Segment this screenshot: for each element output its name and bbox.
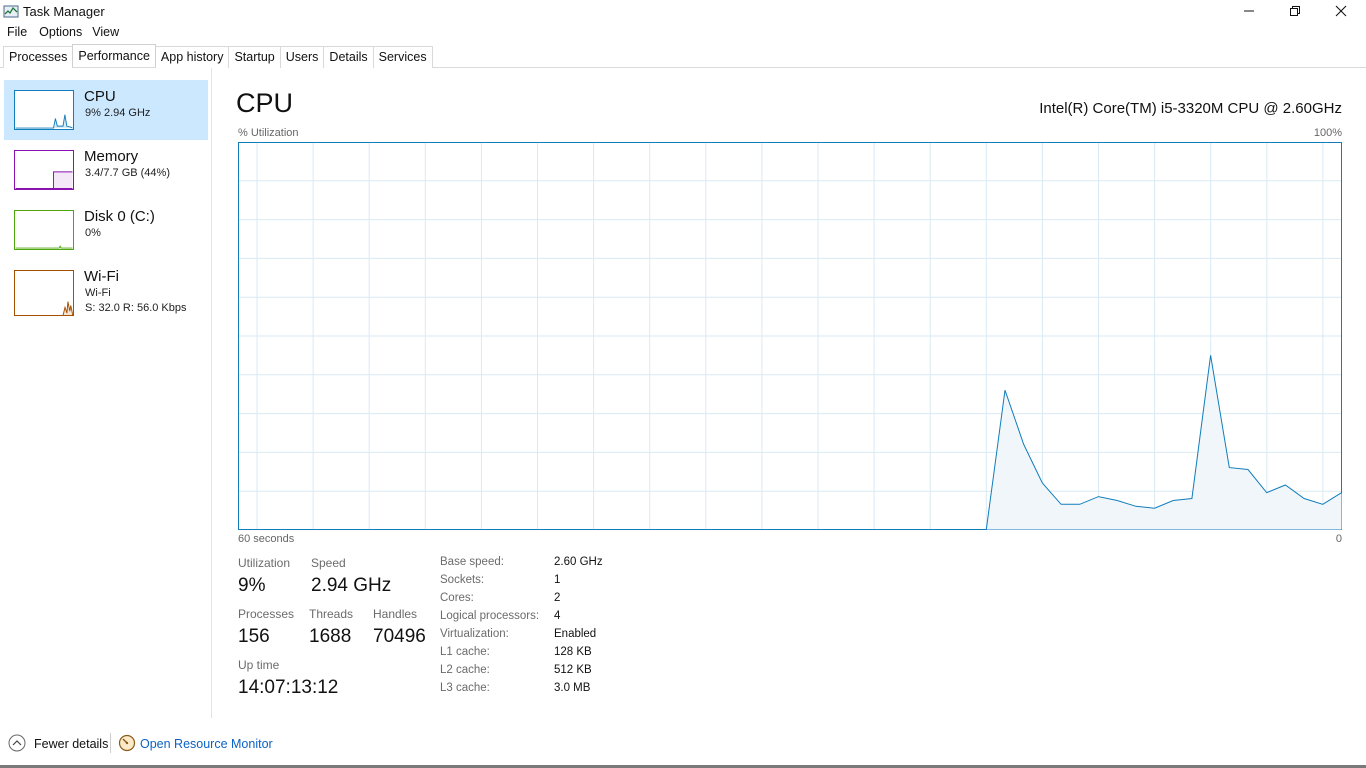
sidebar-item-title: Disk 0 (C:) [84,208,155,225]
restore-icon [1290,6,1300,16]
menu-file[interactable]: File [0,24,31,42]
close-button[interactable] [1318,0,1364,22]
time-axis-label: 60 seconds [238,533,295,545]
footer-divider [110,733,111,753]
disk-mini-graph [14,210,74,250]
sidebar-item-cpu[interactable]: CPU 9% 2.94 GHz [4,80,208,140]
tab-bar: Processes Performance App history Startu… [0,42,1366,68]
uptime-label: Up time [238,658,280,672]
resource-monitor-icon [118,734,136,752]
spec-value: 3.0 MB [554,682,591,694]
spec-value: 4 [554,610,561,622]
tab-processes[interactable]: Processes [3,46,74,68]
speed-value: 2.94 GHz [311,575,392,596]
sidebar-item-detail: 0% [85,227,101,239]
fewer-details-link[interactable]: Fewer details [34,737,108,751]
tab-users[interactable]: Users [279,46,325,68]
uptime-value: 14:07:13:12 [238,677,339,698]
spec-value: 1 [554,574,561,586]
sidebar-item-detail: 9% 2.94 GHz [85,107,151,119]
utilization-label: Utilization [238,556,291,570]
tab-app-history[interactable]: App history [154,46,230,68]
cpu-model-name: Intel(R) Core(TM) i5-3320M CPU @ 2.60GHz [1039,100,1342,117]
sidebar-item-title: Wi-Fi [84,268,119,285]
handles-value: 70496 [373,626,426,647]
cpu-mini-graph [14,90,74,130]
task-manager-icon [3,5,19,18]
sidebar-item-detail: Wi-Fi [85,287,111,299]
sidebar-item-disk[interactable]: Disk 0 (C:) 0% [4,200,208,260]
sidebar-item-detail: 3.4/7.7 GB (44%) [85,167,170,179]
sidebar-item-title: Memory [84,148,139,165]
memory-mini-graph [14,150,74,190]
spec-label: Base speed: [440,556,504,568]
chevron-up-icon[interactable] [8,734,26,752]
spec-value: 512 KB [554,664,592,676]
threads-value: 1688 [309,626,352,647]
sidebar-item-memory[interactable]: Memory 3.4/7.7 GB (44%) [4,140,208,200]
tab-startup[interactable]: Startup [228,46,281,68]
spec-label: Sockets: [440,574,485,586]
minimize-icon [1244,10,1254,12]
spec-label: L3 cache: [440,682,490,694]
window-title: Task Manager [23,4,105,19]
utilization-axis-label: % Utilization [238,127,299,139]
cpu-utilization-graph [238,142,1342,530]
tab-details[interactable]: Details [323,46,374,68]
minimize-button[interactable] [1226,0,1272,22]
speed-label: Speed [311,556,346,570]
utilization-value: 9% [238,575,266,596]
sidebar-item-wifi[interactable]: Wi-Fi Wi-Fi S: 32.0 R: 56.0 Kbps [4,260,208,320]
spec-label: L2 cache: [440,664,490,676]
spec-label: Logical processors: [440,610,540,622]
spec-value: 128 KB [554,646,592,658]
spec-value: 2 [554,592,561,604]
processes-value: 156 [238,626,270,647]
wifi-mini-graph [14,270,74,316]
tab-services[interactable]: Services [372,46,433,68]
page-title: CPU [236,88,294,118]
restore-button[interactable] [1272,0,1318,22]
title-bar: Task Manager [0,0,1366,24]
spec-value: 2.60 GHz [554,556,603,568]
handles-label: Handles [373,607,418,621]
threads-label: Threads [309,607,354,621]
menu-options[interactable]: Options [35,24,86,42]
spec-label: Virtualization: [440,628,509,640]
menu-view[interactable]: View [88,24,123,42]
menu-bar: File Options View [0,24,125,42]
sidebar-item-throughput: S: 32.0 R: 56.0 Kbps [85,302,187,314]
resource-sidebar: CPU 9% 2.94 GHz Memory 3.4/7.7 GB (44%) … [0,68,212,718]
spec-value: Enabled [554,628,597,640]
tab-performance[interactable]: Performance [72,44,156,67]
utilization-axis-max: 100% [1313,127,1342,139]
time-axis-zero: 0 [1335,533,1342,545]
processes-label: Processes [238,607,295,621]
spec-label: Cores: [440,592,474,604]
close-icon [1335,5,1347,17]
sidebar-item-title: CPU [84,88,116,105]
spec-label: L1 cache: [440,646,490,658]
open-resource-monitor-link[interactable]: Open Resource Monitor [140,737,273,751]
